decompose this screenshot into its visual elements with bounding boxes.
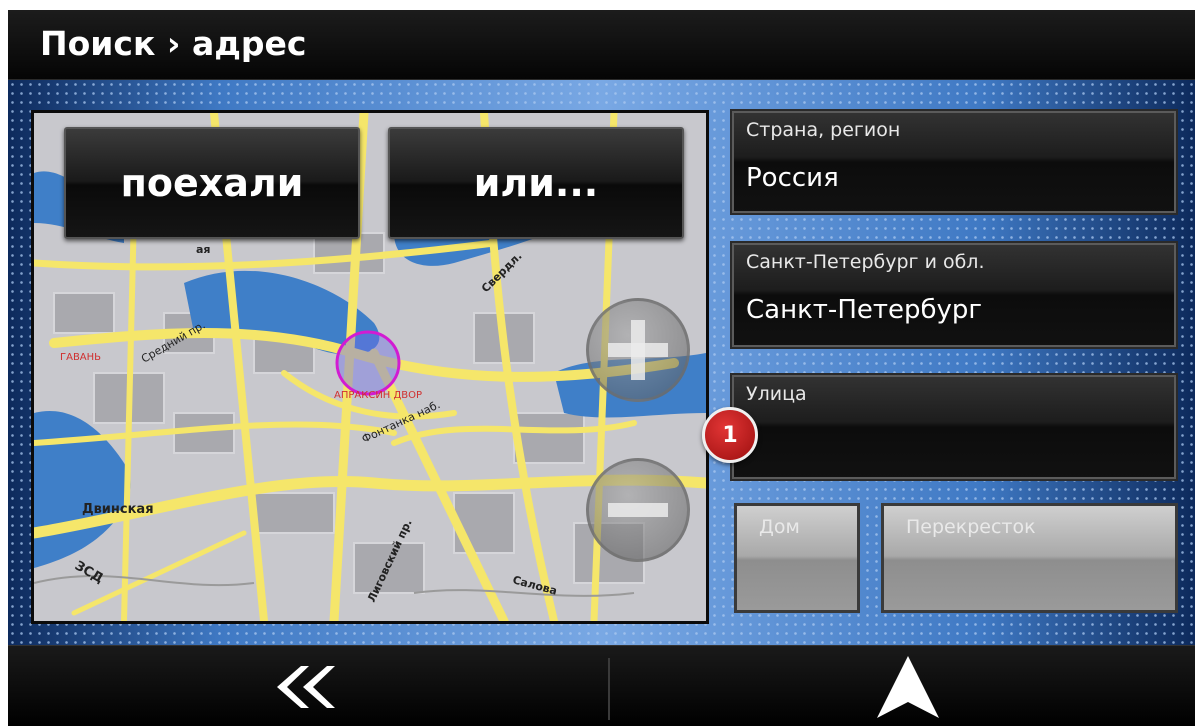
house-button[interactable]: Дом xyxy=(734,503,860,613)
navigation-arrow-icon xyxy=(877,655,939,718)
go-button[interactable]: поехали xyxy=(64,127,360,239)
bottom-bar xyxy=(8,645,1195,726)
bottom-divider xyxy=(608,658,610,720)
zoom-in-button[interactable] xyxy=(586,298,690,402)
map-label-gavan: ГАВАНЬ xyxy=(60,352,101,363)
map-label-apraksin: АПРАКСИН ДВОР xyxy=(334,390,422,401)
country-label: Страна, регион xyxy=(746,119,901,141)
country-field[interactable]: Страна, регион Россия xyxy=(730,109,1178,215)
map-label-dvinskaya: Двинская xyxy=(82,502,154,517)
navigate-button[interactable] xyxy=(808,646,1008,726)
minus-icon xyxy=(608,503,668,517)
map-label-aya: ая xyxy=(196,243,211,256)
zoom-out-button[interactable] xyxy=(586,458,690,562)
city-label: Санкт-Петербург и обл. xyxy=(746,251,985,273)
plus-icon xyxy=(608,320,668,380)
step-marker-badge: 1 xyxy=(702,407,758,463)
street-field[interactable]: Улица xyxy=(730,373,1178,481)
country-value: Россия xyxy=(746,163,839,193)
house-label: Дом xyxy=(759,516,800,538)
city-value: Санкт-Петербург xyxy=(746,295,983,325)
title-bar: Поиск › адрес xyxy=(8,10,1195,80)
crossroad-button[interactable]: Перекресток xyxy=(881,503,1178,613)
or-button[interactable]: или... xyxy=(388,127,684,239)
double-chevron-left-icon xyxy=(277,665,335,708)
city-field[interactable]: Санкт-Петербург и обл. Санкт-Петербург xyxy=(730,241,1178,349)
street-label: Улица xyxy=(746,383,807,405)
page-title: Поиск › адрес xyxy=(40,24,307,63)
crossroad-label: Перекресток xyxy=(906,516,1036,538)
back-button[interactable] xyxy=(204,646,404,726)
